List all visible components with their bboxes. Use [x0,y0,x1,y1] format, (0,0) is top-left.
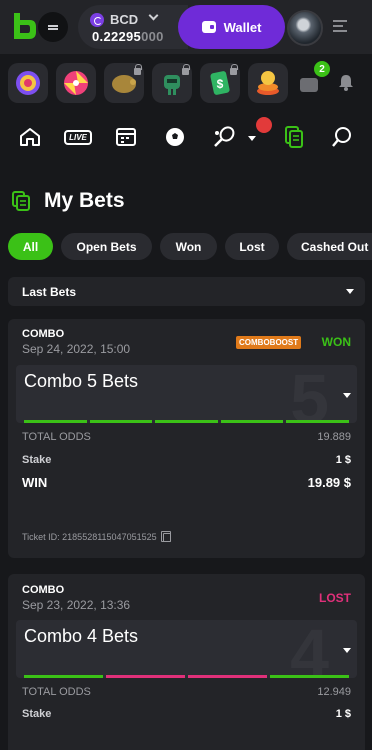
bet-result: WON [321,335,351,349]
balance-amount: 0.22295000 [92,29,164,44]
top-bar: BCD 0.22295000 Wallet [0,0,372,54]
wallet-button[interactable]: Wallet [178,5,285,49]
stake-label: Stake [22,708,52,720]
stake-label: Stake [22,454,52,466]
bet-card: COMBO Sep 24, 2022, 15:00 COMBOBOOST WON… [8,319,365,558]
combo-count-watermark: 4 [290,620,329,678]
game-cash[interactable]: $ [200,63,240,103]
total-odds-row: TOTAL ODDS 19.889 [22,431,351,443]
nav-tennis[interactable] [210,124,238,150]
total-odds-value: 12.949 [317,686,351,698]
currency-label: BCD [110,12,139,27]
nav-soccer[interactable] [162,124,188,150]
svg-text:$: $ [217,77,224,91]
spin-icon [64,71,88,95]
combo-count-watermark: 5 [290,365,329,423]
total-odds-value: 19.889 [317,431,351,443]
calendar-icon [116,128,136,146]
wallet-icon [201,21,216,33]
ticket-id-text: Ticket ID: 2185528115047051525 [22,532,157,542]
avatar[interactable] [287,10,323,46]
bet-slip-icon[interactable] [333,20,347,32]
fire-icon [256,117,272,133]
filter-cashed-out[interactable]: Cashed Out [287,233,372,260]
stake-value: 1 $ [335,708,351,720]
bet-type: COMBO [22,328,65,340]
win-value: 19.89 $ [307,475,351,490]
bell-icon[interactable] [338,74,354,91]
bet-card: COMBO Sep 23, 2022, 13:36 LOST 4 Combo 4… [8,574,365,750]
win-label: WIN [22,475,48,490]
bet-type: COMBO [22,584,65,596]
nav-calendar[interactable] [114,124,138,150]
comboboost-badge: COMBOBOOST [236,336,302,349]
ticket-id: Ticket ID: 2185528115047051525 [22,530,171,542]
menu-icon [48,24,58,31]
nav-home[interactable] [18,124,42,150]
total-odds-row: TOTAL ODDS 12.949 [22,686,351,698]
my-bets-icon [285,126,303,148]
filter-all[interactable]: All [8,233,53,260]
total-odds-label: TOTAL ODDS [22,431,91,443]
total-odds-label: TOTAL ODDS [22,686,91,698]
bet-result: LOST [319,591,351,605]
leg-status-bar [24,420,349,423]
home-icon [20,128,40,146]
nav-search[interactable] [330,124,354,150]
win-row: WIN 19.89 $ [22,475,351,490]
search-icon [332,127,351,147]
copy-icon[interactable] [160,530,171,542]
game-robot[interactable] [152,63,192,103]
caret-down-icon [346,289,354,294]
combo-expander[interactable]: 4 Combo 4 Bets [16,620,357,678]
coin-stack-icon [257,71,279,95]
menu-button[interactable] [38,12,68,42]
filter-lost[interactable]: Lost [225,233,279,260]
filter-won[interactable]: Won [160,233,217,260]
wheel-icon [16,71,40,95]
logo-icon[interactable] [10,11,38,41]
balance-selector[interactable]: BCD 0.22295000 [78,5,188,49]
more-sports-caret-icon[interactable] [248,136,256,141]
lock-icon [230,64,238,75]
bet-date: Sep 23, 2022, 13:36 [22,598,131,612]
mail-icon[interactable] [300,78,318,92]
stake-row: Stake 1 $ [22,454,351,466]
cash-icon: $ [210,71,230,95]
combo-title: Combo 5 Bets [24,371,139,391]
lock-icon [134,64,142,75]
wallet-label: Wallet [223,19,262,35]
soccer-ball-icon [166,128,184,146]
game-piggy[interactable] [104,63,144,103]
game-coins[interactable] [248,63,288,103]
chevron-down-icon [148,10,159,21]
nav-my-bets[interactable] [283,124,305,150]
sports-nav: LIVE [0,112,372,164]
page-title: My Bets [44,189,125,212]
nav-live[interactable]: LIVE [64,124,92,150]
combo-title: Combo 4 Bets [24,626,139,646]
my-bets-title-icon [12,191,30,211]
stake-row: Stake 1 $ [22,708,351,720]
filter-open-bets[interactable]: Open Bets [61,233,152,260]
mail-count-badge: 2 [314,61,330,77]
bets-period-select[interactable]: Last Bets [8,277,365,306]
bcd-coin-icon [90,13,104,27]
live-label: LIVE [64,129,92,145]
caret-down-icon [343,393,351,398]
lock-icon [182,64,190,75]
leg-status-bar [24,675,349,678]
game-wheel[interactable] [8,63,48,103]
select-value: Last Bets [22,284,77,299]
combo-expander[interactable]: 5 Combo 5 Bets [16,365,357,423]
stake-value: 1 $ [335,454,351,466]
bet-date: Sep 24, 2022, 15:00 [22,342,131,356]
caret-down-icon [343,648,351,653]
game-spin[interactable] [56,63,96,103]
tennis-racket-icon [214,126,235,147]
